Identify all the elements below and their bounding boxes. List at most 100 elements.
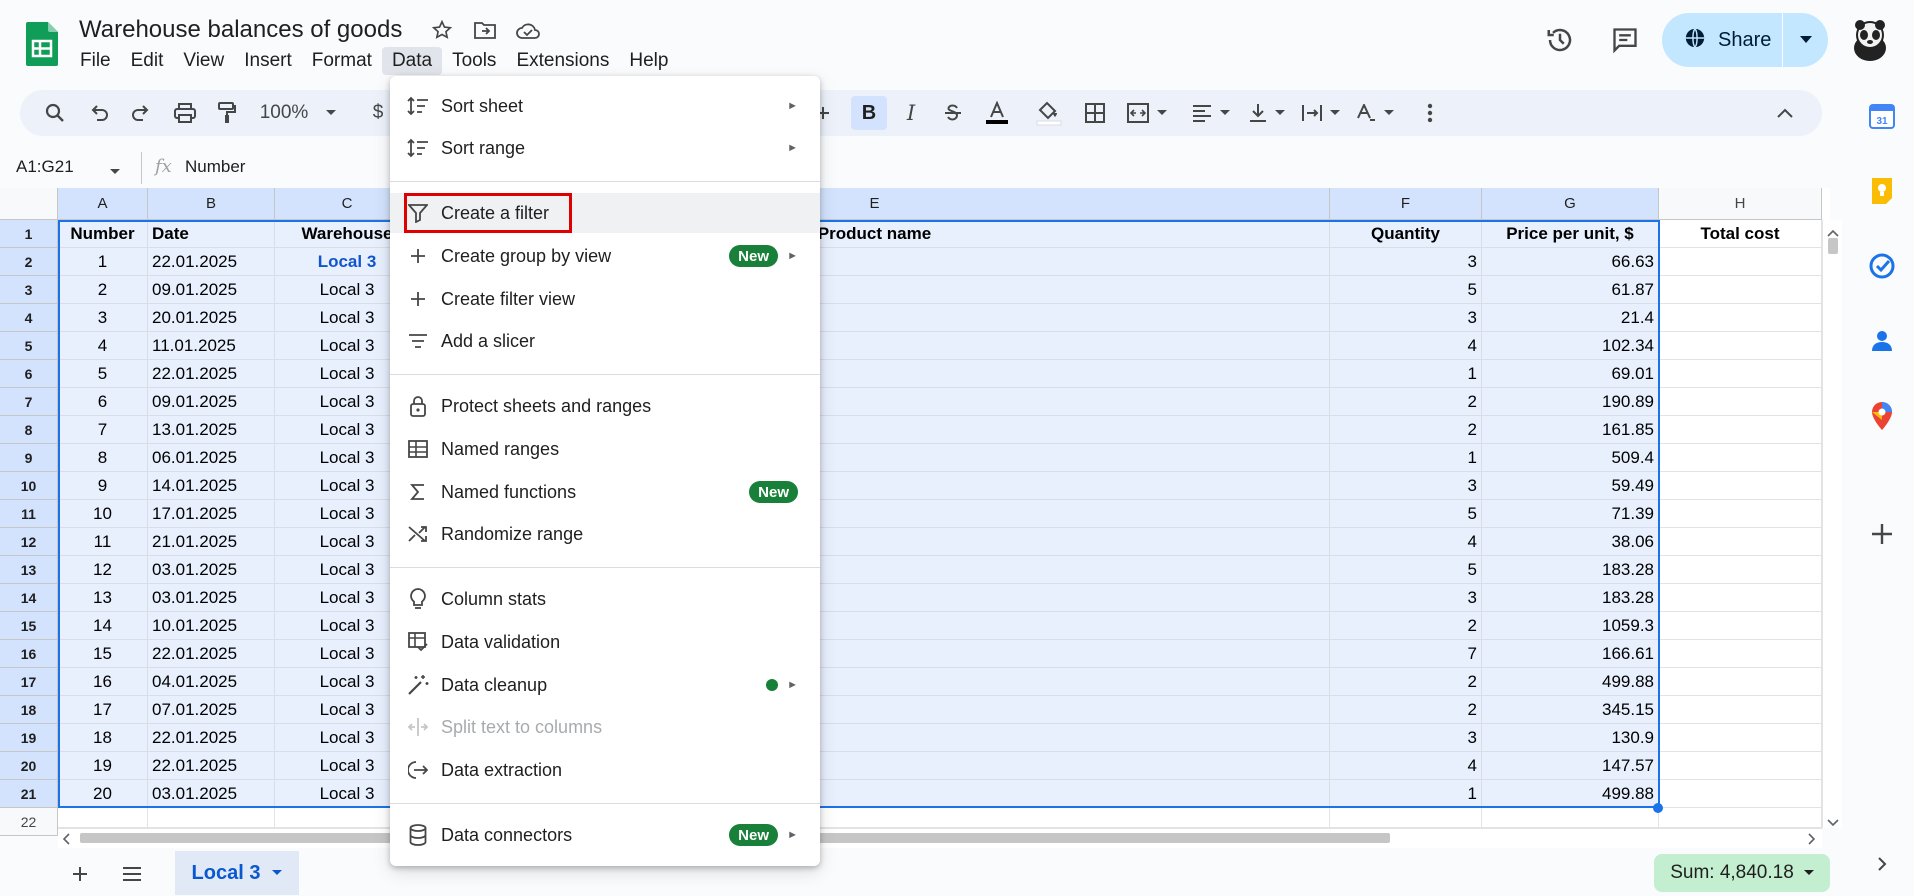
menu-item-create-group-by-view[interactable]: Create group by view New ►	[390, 236, 820, 276]
table-cell[interactable]: 20.01.2025	[148, 304, 275, 332]
table-cell[interactable]	[1659, 668, 1822, 696]
table-cell[interactable]: 22.01.2025	[148, 248, 275, 276]
table-cell[interactable]: 1	[1330, 444, 1482, 472]
table-cell[interactable]	[1659, 584, 1822, 612]
add-addon-icon[interactable]	[1866, 518, 1898, 550]
table-cell[interactable]: 6	[58, 388, 148, 416]
table-cell[interactable]: 183.28	[1482, 584, 1659, 612]
table-cell[interactable]: 161.85	[1482, 416, 1659, 444]
table-cell[interactable]: 13	[58, 584, 148, 612]
table-cell[interactable]: 61.87	[1482, 276, 1659, 304]
table-cell[interactable]: 17.01.2025	[148, 500, 275, 528]
fill-color-icon[interactable]	[1031, 96, 1067, 130]
header-cell[interactable]: Price per unit, $	[1482, 220, 1659, 248]
row-header[interactable]: 6	[0, 360, 58, 388]
table-cell[interactable]: 69.01	[1482, 360, 1659, 388]
row-header[interactable]: 3	[0, 276, 58, 304]
menu-data[interactable]: Data	[381, 47, 443, 75]
menu-item-add-slicer[interactable]: Add a slicer	[390, 321, 820, 361]
table-cell[interactable]: 4	[1330, 332, 1482, 360]
table-cell[interactable]: 499.88	[1482, 780, 1659, 808]
table-cell[interactable]	[1659, 724, 1822, 752]
table-cell[interactable]: 66.63	[1482, 248, 1659, 276]
table-cell[interactable]: 16	[58, 668, 148, 696]
table-cell[interactable]: 147.57	[1482, 752, 1659, 780]
search-menus-icon[interactable]	[40, 96, 70, 130]
table-cell[interactable]	[1659, 248, 1822, 276]
table-cell[interactable]: 2	[1330, 388, 1482, 416]
table-cell[interactable]: 3	[1330, 304, 1482, 332]
formula-input[interactable]: Number	[185, 157, 245, 177]
row-header[interactable]: 18	[0, 696, 58, 724]
share-button[interactable]: Share	[1662, 13, 1828, 67]
table-cell[interactable]: 3	[1330, 724, 1482, 752]
table-cell[interactable]: 06.01.2025	[148, 444, 275, 472]
table-cell[interactable]: 3	[1330, 584, 1482, 612]
table-cell[interactable]: 20	[58, 780, 148, 808]
table-cell[interactable]: 38.06	[1482, 528, 1659, 556]
column-header-a[interactable]: A	[58, 188, 148, 220]
table-cell[interactable]: 09.01.2025	[148, 388, 275, 416]
menu-extensions[interactable]: Extensions	[506, 47, 619, 75]
table-cell[interactable]: 7	[1330, 640, 1482, 668]
table-cell[interactable]: 130.9	[1482, 724, 1659, 752]
table-cell[interactable]	[58, 808, 148, 828]
table-cell[interactable]	[148, 808, 275, 828]
table-cell[interactable]	[1659, 332, 1822, 360]
table-cell[interactable]: 345.15	[1482, 696, 1659, 724]
sheets-logo-icon[interactable]	[26, 22, 58, 66]
strikethrough-icon[interactable]	[936, 96, 970, 130]
document-title[interactable]: Warehouse balances of goods	[79, 16, 402, 44]
table-cell[interactable]: 3	[1330, 248, 1482, 276]
contacts-icon[interactable]	[1866, 325, 1898, 357]
table-cell[interactable]: 1059.3	[1482, 612, 1659, 640]
table-cell[interactable]: 10	[58, 500, 148, 528]
table-cell[interactable]: 13.01.2025	[148, 416, 275, 444]
row-header[interactable]: 13	[0, 556, 58, 584]
text-color-icon[interactable]	[980, 96, 1014, 130]
table-cell[interactable]: 4	[58, 332, 148, 360]
scroll-up-icon[interactable]	[1827, 224, 1839, 242]
menu-item-create-filter[interactable]: Create a filter	[390, 193, 820, 233]
table-cell[interactable]: 4	[1330, 752, 1482, 780]
menu-item-randomize-range[interactable]: Randomize range	[390, 514, 820, 554]
table-cell[interactable]: 14.01.2025	[148, 472, 275, 500]
vertical-scrollbar[interactable]	[1822, 220, 1842, 828]
select-all-corner[interactable]	[0, 188, 58, 220]
vertical-align-button[interactable]	[1246, 96, 1288, 130]
menu-format[interactable]: Format	[302, 47, 382, 75]
table-cell[interactable]: 03.01.2025	[148, 584, 275, 612]
menu-item-split-text[interactable]: Split text to columns	[390, 707, 820, 747]
header-cell[interactable]: Date	[148, 220, 275, 248]
table-cell[interactable]: 509.4	[1482, 444, 1659, 472]
column-header-b[interactable]: B	[148, 188, 275, 220]
cloud-saved-icon[interactable]	[514, 16, 542, 44]
bold-icon[interactable]: B	[851, 96, 887, 130]
table-cell[interactable]: 166.61	[1482, 640, 1659, 668]
menu-edit[interactable]: Edit	[121, 47, 174, 75]
more-options-icon[interactable]	[1418, 96, 1442, 130]
version-history-icon[interactable]	[1540, 20, 1580, 60]
table-cell[interactable]: 1	[1330, 360, 1482, 388]
table-cell[interactable]	[1659, 416, 1822, 444]
table-cell[interactable]: 7	[58, 416, 148, 444]
tasks-icon[interactable]	[1866, 250, 1898, 282]
table-cell[interactable]	[1659, 808, 1822, 828]
table-cell[interactable]: 22.01.2025	[148, 640, 275, 668]
table-cell[interactable]: 21.01.2025	[148, 528, 275, 556]
all-sheets-icon[interactable]	[118, 860, 146, 888]
table-cell[interactable]: 5	[1330, 276, 1482, 304]
column-header-f[interactable]: F	[1330, 188, 1482, 220]
table-cell[interactable]: 22.01.2025	[148, 360, 275, 388]
table-cell[interactable]	[1659, 276, 1822, 304]
row-header[interactable]: 22	[0, 808, 58, 836]
table-cell[interactable]	[1659, 640, 1822, 668]
redo-icon[interactable]	[126, 96, 156, 130]
maps-icon[interactable]	[1866, 400, 1898, 432]
column-header-h[interactable]: H	[1659, 188, 1822, 220]
table-cell[interactable]: 2	[58, 276, 148, 304]
menu-item-data-cleanup[interactable]: Data cleanup ►	[390, 665, 820, 705]
table-cell[interactable]: 12	[58, 556, 148, 584]
menu-tools[interactable]: Tools	[442, 47, 506, 75]
table-cell[interactable]	[1330, 808, 1482, 828]
